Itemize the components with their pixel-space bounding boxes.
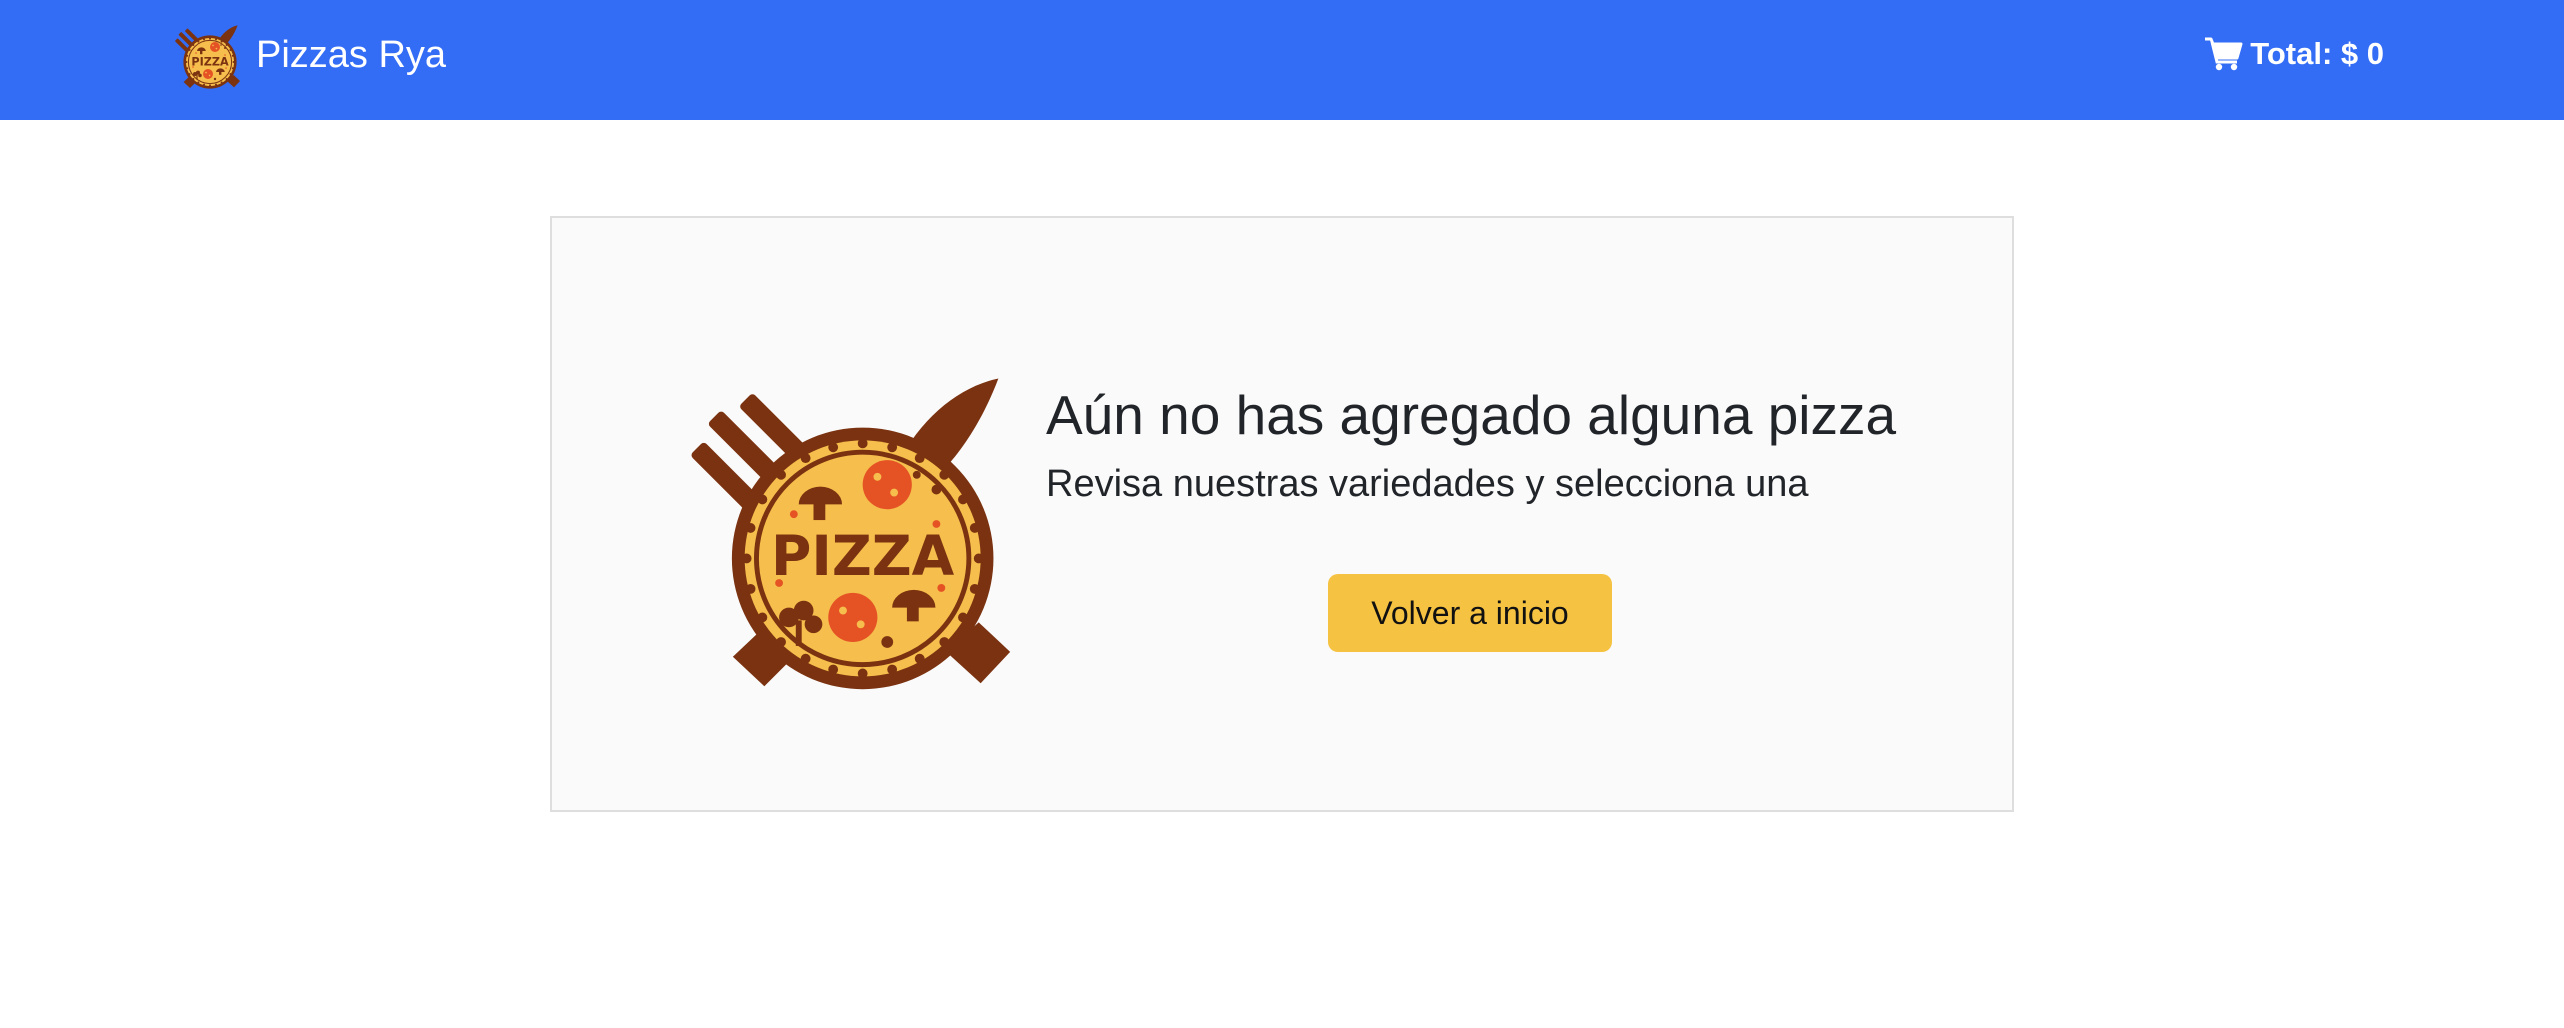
shopping-cart-icon (2205, 37, 2243, 71)
brand-link[interactable]: Pizzas Rya (170, 20, 446, 90)
pizza-logo-icon (666, 356, 1020, 692)
cart-total-label: Total: $ 0 (2250, 36, 2384, 71)
empty-cart-title: Aún no has agregado alguna pizza (1046, 384, 1897, 446)
back-home-button[interactable]: Volver a inicio (1328, 574, 1612, 652)
cart-total[interactable]: Total: $ 0 (2204, 30, 2384, 78)
pizza-logo-icon (170, 21, 242, 89)
brand-name: Pizzas Rya (256, 34, 447, 76)
navbar: Pizzas Rya Total: $ 0 (0, 0, 2564, 120)
empty-cart-subtitle: Revisa nuestras variedades y selecciona … (1046, 463, 1809, 505)
empty-cart-card: Aún no has agregado alguna pizza Revisa … (550, 216, 2014, 812)
